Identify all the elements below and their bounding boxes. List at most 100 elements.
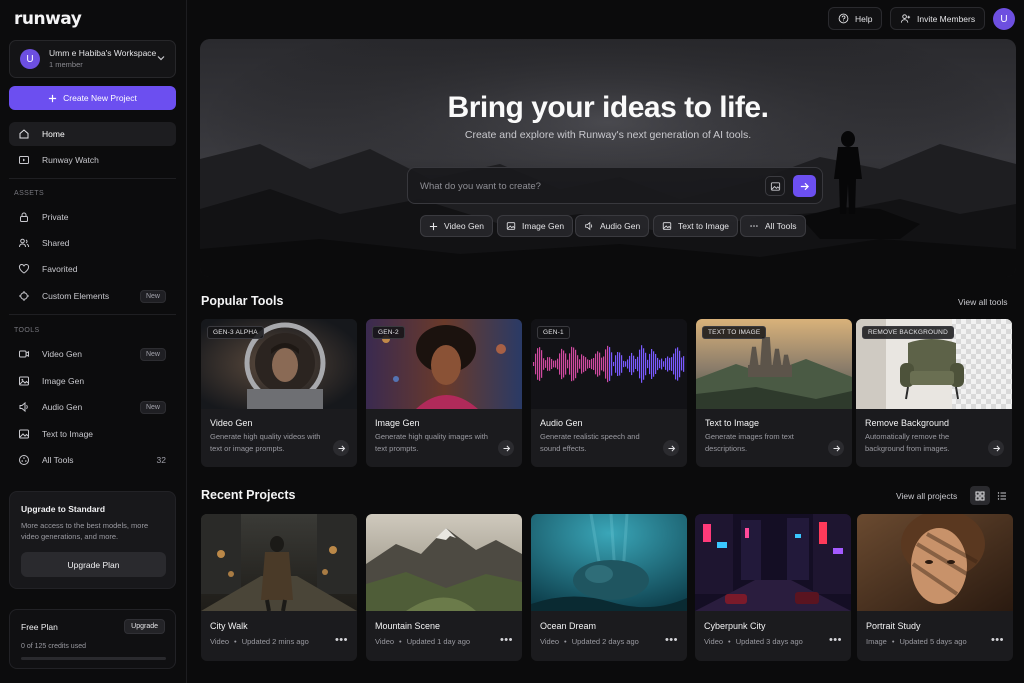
waveform-bar (609, 347, 611, 381)
waveform-bar (645, 352, 647, 376)
project-type: Video (210, 637, 230, 646)
tool-card-audio-gen[interactable]: GEN-1 Audio Gen Generate realistic speec… (531, 319, 687, 467)
sidebar-item-label: Runway Watch (42, 155, 99, 165)
arrow-right-icon[interactable] (333, 440, 349, 456)
view-all-tools-link[interactable]: View all tools (958, 297, 1007, 307)
tool-card-text-to-image[interactable]: TEXT TO IMAGE Text to Image Generate ima… (696, 319, 852, 467)
project-updated: Updated 2 mins ago (241, 637, 309, 646)
chip-image-gen[interactable]: Image Gen (497, 215, 574, 237)
sidebar-item-label: Text to Image (42, 429, 94, 439)
more-options-icon[interactable]: ••• (991, 634, 1004, 646)
sidebar-item-audio-gen[interactable]: Audio Gen New (9, 395, 176, 419)
waveform-bar (583, 355, 585, 373)
ocean-image (531, 514, 687, 611)
waveform-bar (571, 346, 573, 382)
project-card-city-walk[interactable]: City Walk Video • Updated 2 mins ago ••• (201, 514, 357, 661)
audio-icon (18, 401, 30, 413)
chip-all-tools[interactable]: All Tools (740, 215, 806, 237)
waveform-bar (673, 353, 675, 375)
tool-card-video-gen[interactable]: GEN-3 ALPHA Video Gen Generate high qual… (201, 319, 357, 467)
upgrade-button[interactable]: Upgrade (124, 619, 165, 634)
waveform-bar (585, 357, 587, 371)
add-user-icon (900, 14, 911, 23)
chip-video-gen[interactable]: Video Gen (420, 215, 494, 237)
project-card-cyberpunk-city[interactable]: Cyberpunk City Video • Updated 3 days ago … (695, 514, 851, 661)
help-button[interactable]: Help (828, 7, 883, 30)
arrow-right-icon[interactable] (663, 440, 679, 456)
sidebar-item-custom-elements[interactable]: Custom Elements New (9, 284, 176, 308)
text-image-icon (18, 428, 30, 440)
project-card-ocean-dream[interactable]: Ocean Dream Video • Updated 2 days ago ••• (531, 514, 687, 661)
waveform-bar (611, 352, 613, 376)
sidebar-item-image-gen[interactable]: Image Gen (9, 369, 176, 393)
new-badge: New (139, 347, 166, 361)
sidebar-item-shared[interactable]: Shared (9, 231, 176, 255)
waveform-bar (597, 351, 599, 377)
project-name: Mountain Scene (375, 621, 441, 631)
waveform-bar (613, 361, 615, 367)
arrow-right-icon[interactable] (988, 440, 1004, 456)
users-icon (18, 237, 30, 249)
sidebar-item-label: Image Gen (42, 376, 85, 386)
more-options-icon[interactable]: ••• (829, 634, 842, 646)
submit-prompt-button[interactable] (793, 175, 816, 197)
tool-name: Remove Background (865, 418, 950, 428)
upload-image-button[interactable] (765, 176, 785, 196)
sidebar-item-video-gen[interactable]: Video Gen New (9, 342, 176, 366)
waveform-bar (581, 354, 583, 374)
workspace-members: 1 member (49, 60, 83, 69)
project-updated: Updated 5 days ago (899, 637, 967, 646)
waveform-bar (533, 362, 535, 366)
mountain-image (366, 514, 522, 611)
waveform-bar (659, 359, 661, 369)
prompt-input[interactable] (420, 178, 740, 194)
upgrade-description: More access to the best models, more vid… (21, 521, 149, 541)
runway-logo[interactable]: runway (14, 9, 82, 29)
create-new-project-button[interactable]: Create New Project (9, 86, 176, 110)
more-options-icon[interactable]: ••• (500, 634, 513, 646)
arrow-right-icon (800, 182, 810, 190)
arrow-right-icon[interactable] (498, 440, 514, 456)
separator-dot: • (728, 637, 731, 646)
list-view-button[interactable] (992, 486, 1012, 505)
waveform-bar (655, 353, 657, 375)
sidebar-item-private[interactable]: Private (9, 205, 176, 229)
more-options-icon[interactable]: ••• (335, 634, 348, 646)
waveform-bar (595, 353, 597, 375)
view-all-projects-link[interactable]: View all projects (896, 491, 957, 501)
waveform-bar (543, 358, 545, 370)
sidebar-item-text-to-image[interactable]: Text to Image (9, 422, 176, 446)
arrow-right-icon[interactable] (828, 440, 844, 456)
invite-members-label: Invite Members (917, 13, 976, 24)
tool-card-remove-background[interactable]: REMOVE BACKGROUND Remove Background Auto… (856, 319, 1012, 467)
waveform-bar (607, 345, 609, 383)
project-updated: Updated 3 days ago (735, 637, 803, 646)
workspace-switcher[interactable]: U Umm e Habiba's Workspace 1 member (9, 40, 176, 78)
project-name: Cyberpunk City (704, 621, 766, 631)
project-card-mountain-scene[interactable]: Mountain Scene Video • Updated 1 day ago •… (366, 514, 522, 661)
help-icon (838, 13, 849, 24)
more-options-icon[interactable]: ••• (665, 634, 678, 646)
separator-dot: • (891, 637, 895, 646)
project-name: City Walk (210, 621, 248, 631)
elements-icon (18, 290, 30, 302)
waveform-bar (665, 358, 667, 370)
grid-view-button[interactable] (970, 486, 990, 505)
waveform-bar (615, 355, 617, 373)
user-avatar[interactable]: U (993, 8, 1015, 30)
image-icon (770, 181, 780, 191)
sidebar-item-favorited[interactable]: Favorited (9, 257, 176, 281)
sidebar-item-home[interactable]: Home (9, 122, 176, 146)
waveform-bar (643, 348, 645, 380)
sidebar-item-all-tools[interactable]: All Tools 32 (9, 448, 176, 472)
chip-text-to-image[interactable]: Text to Image (653, 215, 739, 237)
model-tag: GEN-2 (372, 326, 405, 339)
tv-icon (18, 154, 30, 166)
sidebar-item-runway-watch[interactable]: Runway Watch (9, 148, 176, 172)
tool-card-image-gen[interactable]: GEN-2 Image Gen Generate high quality im… (366, 319, 522, 467)
project-card-portrait-study[interactable]: Portrait Study Image • Updated 5 days ago … (857, 514, 1013, 661)
invite-members-button[interactable]: Invite Members (890, 7, 986, 30)
chip-label: All Tools (765, 221, 797, 231)
upgrade-plan-button[interactable]: Upgrade Plan (21, 552, 166, 577)
chip-audio-gen[interactable]: Audio Gen (575, 215, 650, 237)
